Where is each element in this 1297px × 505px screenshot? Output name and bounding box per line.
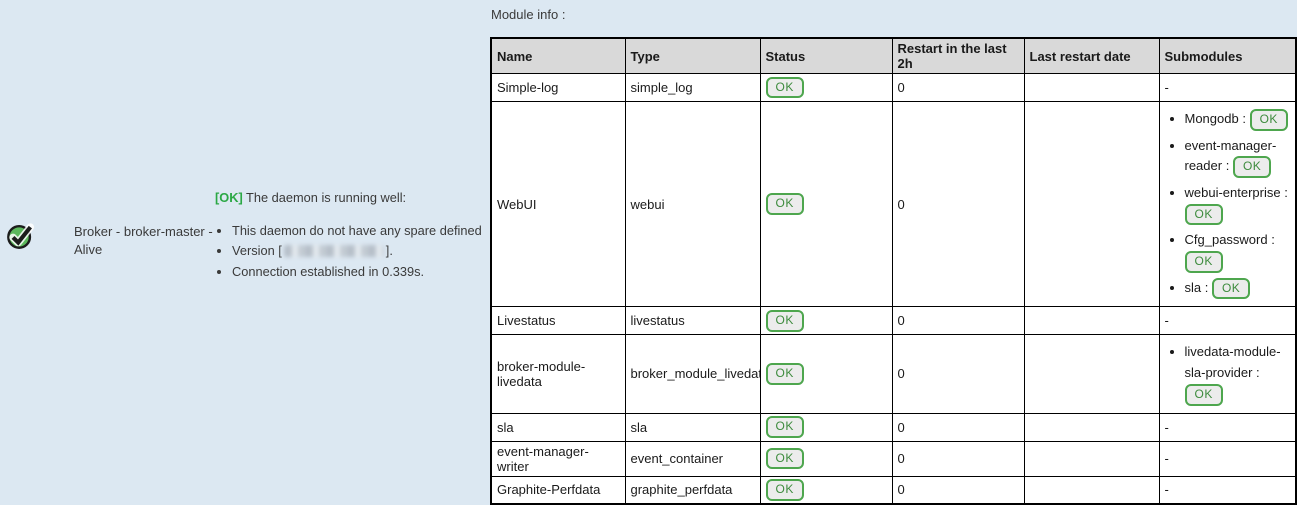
daemon-name: Broker - broker-master - Alive [74, 223, 216, 259]
status-ok-badge[interactable]: OK [766, 193, 804, 215]
cell-name: Simple-log [491, 74, 625, 102]
cell-restart-count: 0 [892, 74, 1024, 102]
submodule-list: livedata-module-sla-provider : OK [1165, 342, 1291, 405]
table-row-livestatus: Livestatus livestatus OK 0 - [491, 307, 1296, 335]
status-ok-badge[interactable]: OK [1250, 109, 1288, 131]
cell-submodules: - [1159, 476, 1296, 504]
cell-restart-count: 0 [892, 441, 1024, 476]
daemon-detail-item-connection: Connection established in 0.339s. [232, 263, 495, 280]
cell-last-restart-date [1024, 476, 1159, 504]
cell-submodules: Mongodb : OK event-manager-reader : OK w… [1159, 102, 1296, 307]
daemon-status-summary: [OK] The daemon is running well: [215, 190, 495, 207]
cell-restart-count: 0 [892, 476, 1024, 504]
column-header-restart: Restart in the last 2h [892, 38, 1024, 74]
cell-last-restart-date [1024, 307, 1159, 335]
cell-name: WebUI [491, 102, 625, 307]
table-row-simple-log: Simple-log simple_log OK 0 - [491, 74, 1296, 102]
status-ok-badge[interactable]: OK [766, 310, 804, 332]
cell-name: Livestatus [491, 307, 625, 335]
cell-status: OK [760, 413, 892, 441]
cell-last-restart-date [1024, 335, 1159, 413]
column-header-status: Status [760, 38, 892, 74]
submodule-label: Mongodb : [1185, 111, 1246, 126]
status-ok-badge[interactable]: OK [766, 448, 804, 470]
status-ok-badge[interactable]: OK [1212, 278, 1250, 300]
cell-restart-count: 0 [892, 413, 1024, 441]
modules-table: Name Type Status Restart in the last 2h … [490, 37, 1297, 505]
daemon-detail-list: This daemon do not have any spare define… [215, 222, 495, 281]
cell-type: livestatus [625, 307, 760, 335]
column-header-type: Type [625, 38, 760, 74]
cell-type: simple_log [625, 74, 760, 102]
cell-restart-count: 0 [892, 335, 1024, 413]
table-row-broker-module-livedata: broker-module-livedata broker_module_liv… [491, 335, 1296, 413]
cell-name: sla [491, 413, 625, 441]
version-prefix: Version [ [232, 243, 282, 258]
table-row-event-manager-writer: event-manager-writer event_container OK … [491, 441, 1296, 476]
cell-type: event_container [625, 441, 760, 476]
submodule-label: sla : [1185, 280, 1209, 295]
cell-status: OK [760, 476, 892, 504]
cell-restart-count: 0 [892, 307, 1024, 335]
table-header-row: Name Type Status Restart in the last 2h … [491, 38, 1296, 74]
cell-type: webui [625, 102, 760, 307]
cell-name: broker-module-livedata [491, 335, 625, 413]
daemon-details: [OK] The daemon is running well: This da… [215, 190, 495, 284]
cell-submodules: - [1159, 74, 1296, 102]
table-row-webui: WebUI webui OK 0 Mongodb : OK event-mana… [491, 102, 1296, 307]
status-ok-badge[interactable]: OK [766, 77, 804, 99]
version-redacted-text [284, 245, 384, 257]
submodule-item: livedata-module-sla-provider : OK [1185, 342, 1291, 405]
daemon-detail-item-spare: This daemon do not have any spare define… [232, 222, 495, 239]
table-row-sla: sla sla OK 0 - [491, 413, 1296, 441]
submodule-label: Cfg_password : [1185, 232, 1275, 247]
cell-restart-count: 0 [892, 102, 1024, 307]
cell-status: OK [760, 74, 892, 102]
column-header-name: Name [491, 38, 625, 74]
daemon-status-message: The daemon is running well: [246, 190, 406, 205]
daemon-status-tag: [OK] [215, 190, 243, 205]
column-header-submodules: Submodules [1159, 38, 1296, 74]
submodule-list: Mongodb : OK event-manager-reader : OK w… [1165, 109, 1291, 299]
cell-status: OK [760, 335, 892, 413]
cell-status: OK [760, 307, 892, 335]
cell-submodules: livedata-module-sla-provider : OK [1159, 335, 1296, 413]
daemon-status-panel: Broker - broker-master - Alive [OK] The … [0, 0, 488, 463]
submodule-item: event-manager-reader : OK [1185, 136, 1291, 178]
cell-last-restart-date [1024, 74, 1159, 102]
cell-submodules: - [1159, 307, 1296, 335]
status-ok-badge[interactable]: OK [766, 479, 804, 501]
daemon-detail-item-version: Version []. [232, 242, 495, 259]
cell-status: OK [760, 102, 892, 307]
cell-submodules: - [1159, 413, 1296, 441]
cell-last-restart-date [1024, 441, 1159, 476]
cell-name: event-manager-writer [491, 441, 625, 476]
submodule-item: webui-enterprise : OK [1185, 183, 1291, 225]
table-row-graphite-perfdata: Graphite-Perfdata graphite_perfdata OK 0… [491, 476, 1296, 504]
cell-last-restart-date [1024, 413, 1159, 441]
submodule-item: Cfg_password : OK [1185, 230, 1291, 272]
column-header-last-restart: Last restart date [1024, 38, 1159, 74]
cell-last-restart-date [1024, 102, 1159, 307]
status-ok-badge[interactable]: OK [1185, 251, 1223, 273]
submodule-label: livedata-module-sla-provider : [1185, 344, 1281, 380]
status-ok-badge[interactable]: OK [1185, 384, 1223, 406]
module-info-label: Module info : [491, 7, 565, 22]
cell-type: sla [625, 413, 760, 441]
cell-type: graphite_perfdata [625, 476, 760, 504]
cell-submodules: - [1159, 441, 1296, 476]
cell-status: OK [760, 441, 892, 476]
submodule-item: sla : OK [1185, 278, 1291, 300]
status-ok-badge[interactable]: OK [1233, 156, 1271, 178]
status-ok-badge[interactable]: OK [766, 363, 804, 385]
cell-type: broker_module_livedata [625, 335, 760, 413]
status-ok-badge[interactable]: OK [1185, 204, 1223, 226]
cell-name: Graphite-Perfdata [491, 476, 625, 504]
check-circle-icon [6, 221, 36, 251]
status-ok-badge[interactable]: OK [766, 416, 804, 438]
submodule-item: Mongodb : OK [1185, 109, 1291, 131]
submodule-label: webui-enterprise : [1185, 185, 1288, 200]
version-suffix: ]. [386, 243, 393, 258]
